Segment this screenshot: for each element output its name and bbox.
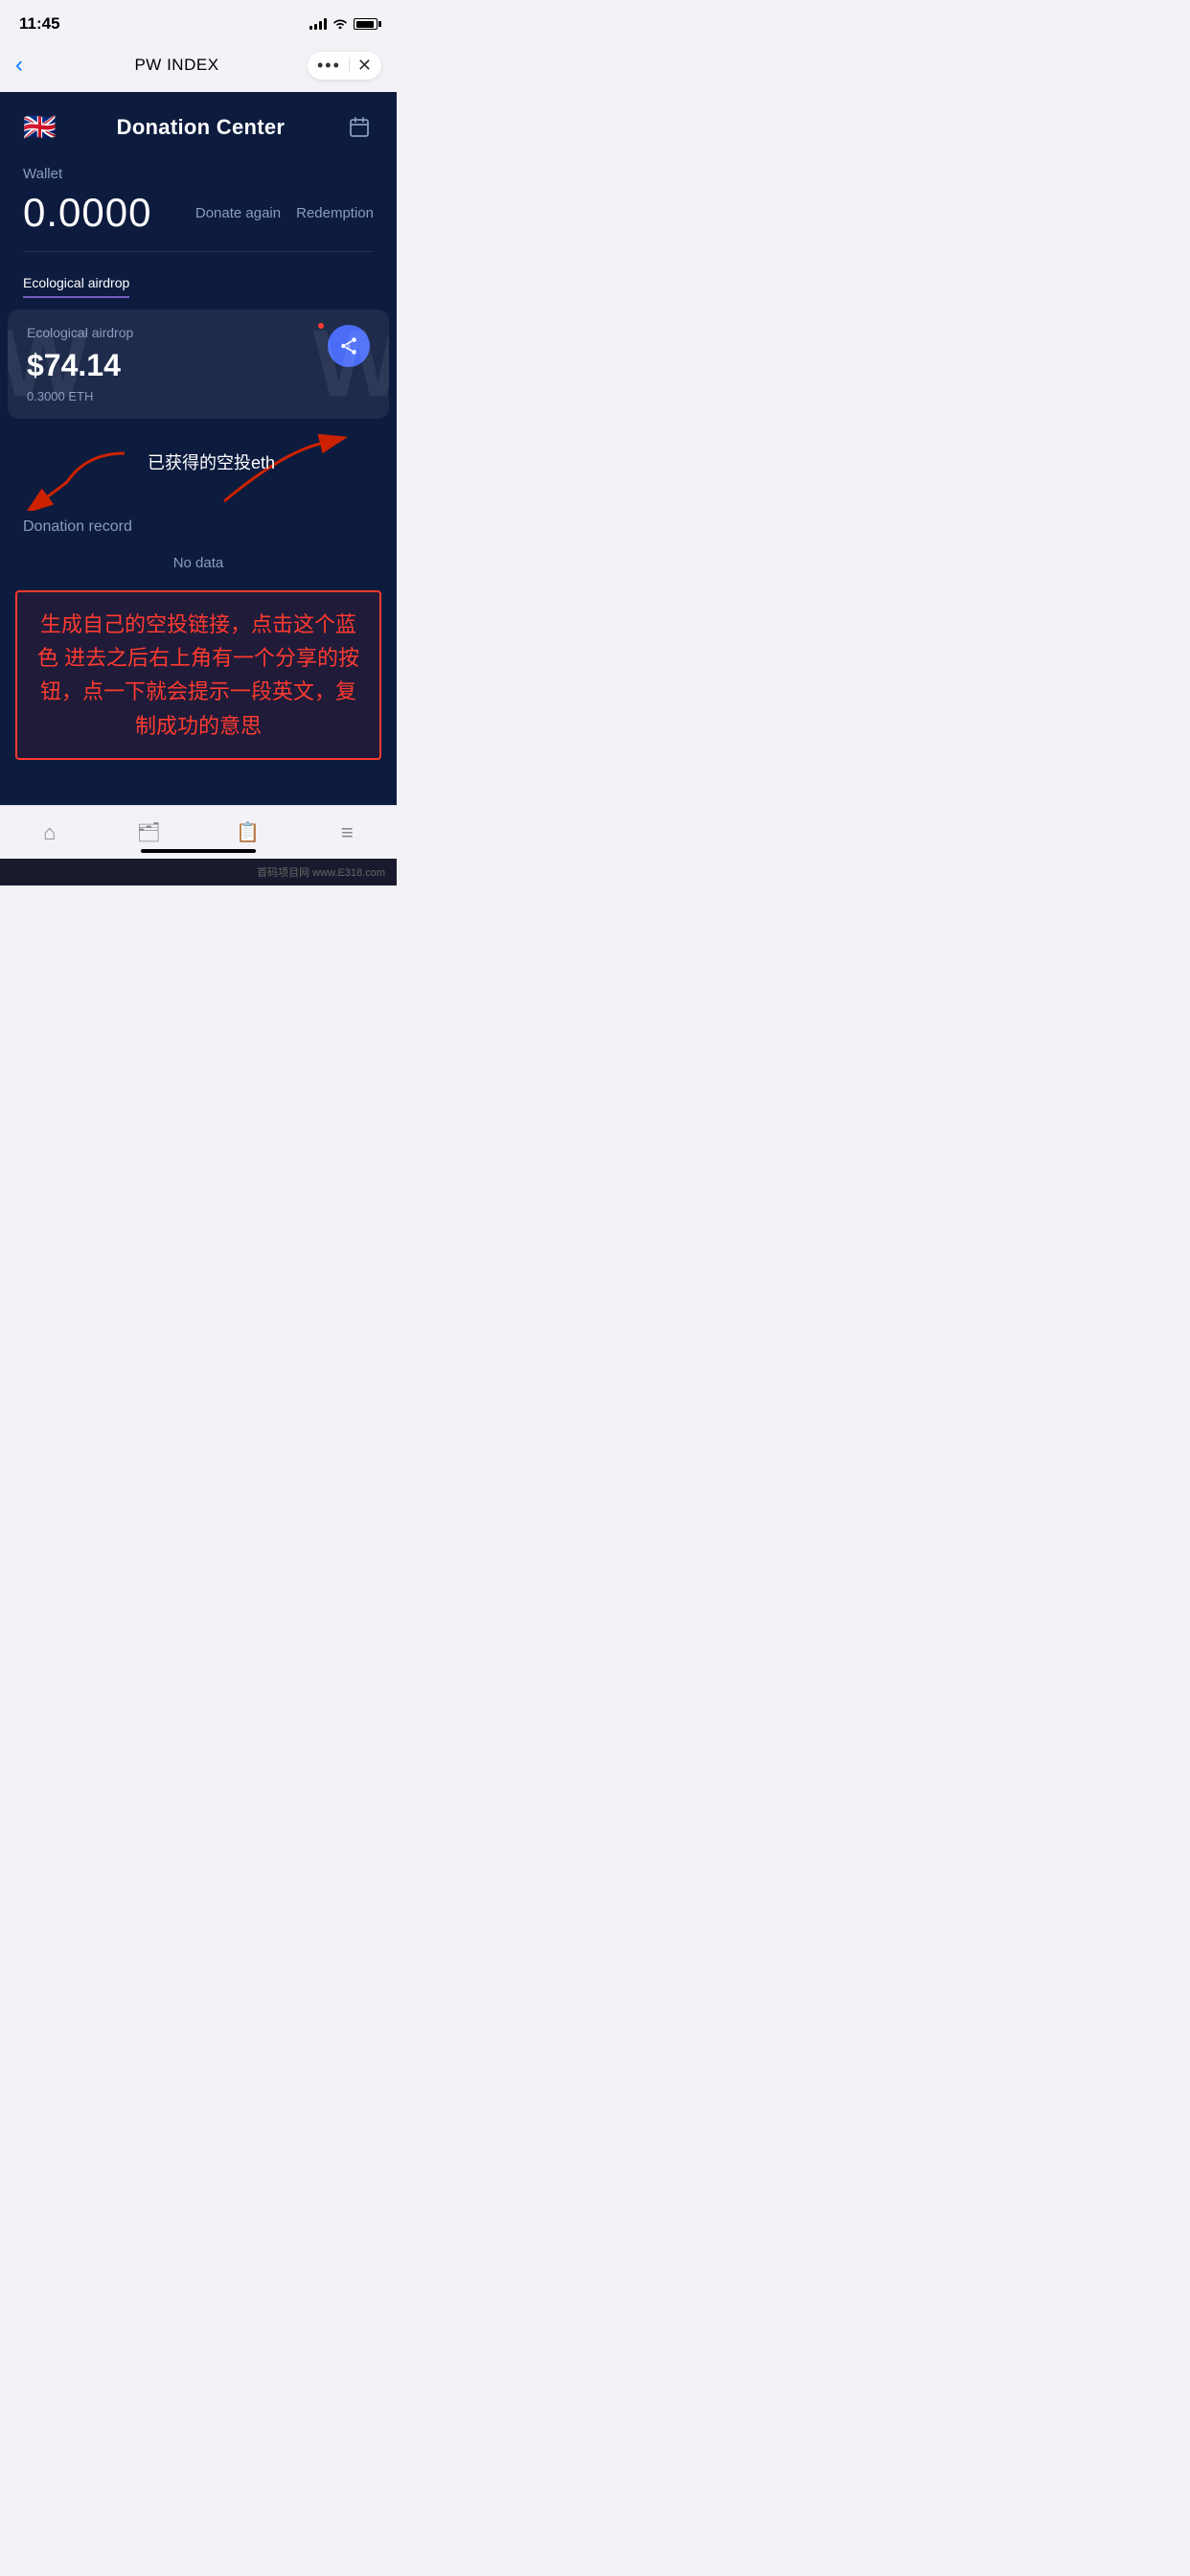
nav-title: PW INDEX (134, 56, 218, 75)
bottom-tab-home[interactable]: ⌂ (0, 820, 100, 845)
airdrop-label: Ecological airdrop (27, 325, 328, 340)
share-network-icon (338, 335, 359, 356)
tab-ecological-airdrop[interactable]: Ecological airdrop (23, 267, 129, 298)
wallet-row: 0.0000 Donate again Redemption (23, 190, 374, 236)
main-content: 🇬🇧 Donation Center Wallet 0.0000 Donate … (0, 92, 397, 805)
nav-actions: ••• ✕ (308, 52, 381, 80)
bottom-tab-bar: ⌂ 🗂 📋 ≡ (0, 805, 397, 859)
nav-divider (349, 58, 350, 73)
nav-bar: ‹ PW INDEX ••• ✕ (0, 42, 397, 92)
nav-more-button[interactable]: ••• (317, 56, 341, 76)
bottom-tab-wallet[interactable]: 🗂 (100, 820, 199, 844)
wallet-amount: 0.0000 (23, 190, 151, 236)
bottom-tab-calendar[interactable]: 📋 (198, 820, 298, 844)
wallet-label: Wallet (23, 166, 374, 182)
airdrop-card: W W Ecological airdrop $74.14 0.3000 ETH (8, 310, 389, 419)
back-button[interactable]: ‹ (15, 52, 46, 79)
annotation-box-text: 生成自己的空投链接，点击这个蓝色 进去之后右上角有一个分享的按钮，点一下就会提示… (36, 608, 360, 743)
status-bar: 11:45 (0, 0, 397, 42)
watermark: 首码项目网 www.E318.com (0, 859, 397, 886)
calendar-icon (348, 116, 371, 139)
status-time: 11:45 (19, 14, 60, 34)
airdrop-amount: $74.14 (27, 348, 328, 383)
home-icon: ⌂ (43, 820, 56, 845)
donate-again-button[interactable]: Donate again (195, 205, 281, 221)
tabs-section: Ecological airdrop (0, 267, 397, 298)
nav-close-button[interactable]: ✕ (357, 56, 372, 76)
signal-icon (309, 18, 327, 30)
calendar-tab-icon: 📋 (236, 820, 260, 844)
airdrop-share-button[interactable] (328, 325, 370, 367)
wallet-actions: Donate again Redemption (195, 205, 374, 221)
donation-record-section: Donation record No data (0, 511, 397, 583)
status-icons (309, 16, 378, 32)
annotation-box: 生成自己的空投链接，点击这个蓝色 进去之后右上角有一个分享的按钮，点一下就会提示… (15, 590, 381, 760)
airdrop-eth-amount: 0.3000 ETH (27, 389, 328, 403)
notification-dot (318, 323, 324, 329)
battery-icon (354, 18, 378, 30)
annotation-arrow-area: 已获得的空投eth (0, 434, 397, 511)
page-title: Donation Center (117, 115, 286, 140)
no-data-text: No data (23, 536, 374, 583)
donation-record-label: Donation record (23, 518, 374, 536)
wifi-icon (332, 16, 348, 32)
menu-icon: ≡ (341, 820, 354, 845)
calendar-button[interactable] (345, 114, 374, 141)
annotation-zh-text: 已获得的空投eth (125, 451, 298, 475)
airdrop-info: Ecological airdrop $74.14 0.3000 ETH (27, 325, 328, 403)
redemption-button[interactable]: Redemption (296, 205, 374, 221)
header-section: 🇬🇧 Donation Center (0, 92, 397, 158)
home-indicator (141, 849, 256, 853)
wallet-section: Wallet 0.0000 Donate again Redemption (0, 158, 397, 251)
briefcase-icon: 🗂 (137, 820, 161, 844)
bottom-tab-menu[interactable]: ≡ (298, 820, 398, 845)
flag-icon: 🇬🇧 (23, 111, 57, 143)
section-divider (23, 251, 374, 252)
